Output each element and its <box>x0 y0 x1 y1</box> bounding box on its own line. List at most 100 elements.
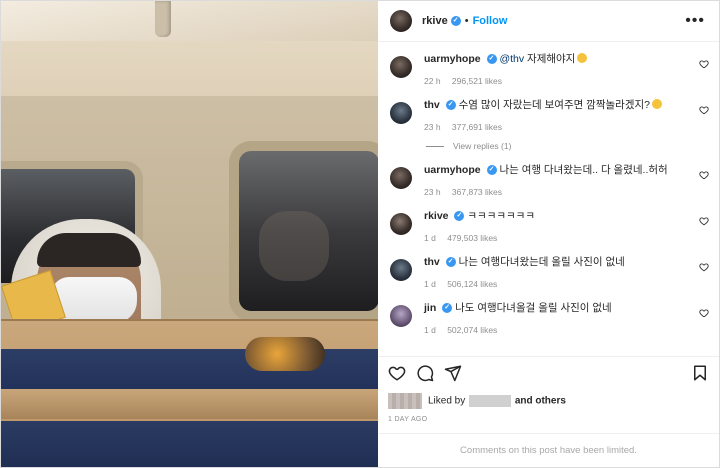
comment-item: uarmyhope ✓ 나는 여행 다녀왔는데.. 다 올렸네..허허 23 h… <box>390 163 709 197</box>
comment-text-line: uarmyhope ✓ 나는 여행 다녀왔는데.. 다 올렸네..허허 <box>424 163 709 178</box>
comment-text-line: jin ✓ 나도 여행다녀올걸 올릴 사진이 없네 <box>424 301 709 316</box>
more-options-icon[interactable]: ••• <box>685 13 705 29</box>
comment-item: uarmyhope ✓ @thv 자제해야지 22 h 296,521 like… <box>390 52 709 86</box>
post-actions-bar <box>378 356 719 388</box>
comment-meta: 23 h 377,691 likes <box>424 122 709 132</box>
post-date: 1 DAY AGO <box>388 416 428 423</box>
comment-likes[interactable]: 296,521 likes <box>452 76 502 86</box>
comment-text-line: thv ✓ 수염 많이 자랐는데 보여주면 깜짝놀라겠지? <box>424 98 709 113</box>
comment-mention[interactable]: @thv <box>499 53 524 65</box>
commenter-avatar[interactable] <box>390 259 412 281</box>
photo-fries <box>245 337 325 371</box>
comment-time: 22 h <box>424 76 441 86</box>
comment-text: ㅋㅋㅋㅋㅋㅋㅋ <box>467 210 535 222</box>
post-photo[interactable] <box>1 1 378 467</box>
share-paper-plane-icon[interactable] <box>444 364 462 382</box>
and-others-link[interactable]: and others <box>515 396 566 407</box>
like-comment-heart-icon[interactable] <box>699 216 709 226</box>
like-comment-heart-icon[interactable] <box>699 262 709 272</box>
post-header: rkive ✓ • Follow ••• <box>378 1 719 42</box>
replies-dash <box>426 145 444 147</box>
verified-badge-icon: ✓ <box>450 16 461 26</box>
comment-username[interactable]: thv <box>424 256 440 268</box>
liker-avatars-blurred <box>388 393 422 409</box>
comment-text: 자제해야지 <box>527 53 576 65</box>
verified-badge-icon: ✓ <box>454 211 465 222</box>
photo-hair <box>37 233 141 267</box>
comment-text: 나는 여행 다녀왔는데.. 다 올렸네..허허 <box>499 164 668 176</box>
comment-time: 1 d <box>424 325 436 335</box>
photo-luggage-rack <box>1 1 378 41</box>
comment-meta: 22 h 296,521 likes <box>424 76 709 86</box>
verified-badge-icon: ✓ <box>442 303 453 314</box>
comment-bubble-icon[interactable] <box>416 364 434 382</box>
author-username[interactable]: rkive <box>422 15 448 27</box>
like-comment-heart-icon[interactable] <box>699 170 709 180</box>
comment-likes[interactable]: 367,873 likes <box>452 187 502 197</box>
clapping-emoji-icon <box>651 99 662 109</box>
comment-likes[interactable]: 377,691 likes <box>452 122 502 132</box>
verified-badge-icon: ✓ <box>445 257 456 268</box>
comment-item: jin ✓ 나도 여행다녀올걸 올릴 사진이 없네 1 d 502,074 li… <box>390 301 709 335</box>
comment-item: rkive ✓ ㅋㅋㅋㅋㅋㅋㅋ 1 d 479,503 likes <box>390 209 709 243</box>
clapping-emoji-icon <box>577 53 588 63</box>
post-side-panel: rkive ✓ • Follow ••• uarmyhope ✓ @thv 자제… <box>378 1 719 467</box>
comment-username[interactable]: uarmyhope <box>424 53 481 65</box>
like-heart-icon[interactable] <box>388 364 406 382</box>
comment-item: thv ✓ 수염 많이 자랐는데 보여주면 깜짝놀라겠지? 23 h 377,6… <box>390 98 709 132</box>
header-separator: • <box>464 15 469 27</box>
comment-likes[interactable]: 506,124 likes <box>447 279 497 289</box>
comment-time: 1 d <box>424 233 436 243</box>
save-bookmark-icon[interactable] <box>691 364 709 382</box>
comment-body: thv ✓ 나는 여행다녀왔는데 올릴 사진이 없네 1 d 506,124 l… <box>424 255 709 289</box>
photo-window-reflection <box>259 211 329 281</box>
comment-body: jin ✓ 나도 여행다녀올걸 올릴 사진이 없네 1 d 502,074 li… <box>424 301 709 335</box>
comment-username[interactable]: thv <box>424 99 440 111</box>
comments-limited-notice: Comments on this post have been limited. <box>378 433 719 467</box>
comment-text-line: uarmyhope ✓ @thv 자제해야지 <box>424 52 709 67</box>
comment-likes[interactable]: 502,074 likes <box>447 325 497 335</box>
photo-seatback <box>1 319 378 467</box>
like-comment-heart-icon[interactable] <box>699 59 709 69</box>
comment-body: uarmyhope ✓ 나는 여행 다녀왔는데.. 다 올렸네..허허 23 h… <box>424 163 709 197</box>
comments-list[interactable]: uarmyhope ✓ @thv 자제해야지 22 h 296,521 like… <box>378 42 719 356</box>
view-replies-label[interactable]: View replies (1) <box>453 141 511 151</box>
like-comment-heart-icon[interactable] <box>699 105 709 115</box>
comment-meta: 1 d 502,074 likes <box>424 325 709 335</box>
comment-text: 나는 여행다녀왔는데 올릴 사진이 없네 <box>458 256 625 268</box>
likes-summary: Liked by and others <box>378 388 719 412</box>
comment-username[interactable]: uarmyhope <box>424 164 481 176</box>
comment-text: 나도 여행다녀올걸 올릴 사진이 없네 <box>455 302 612 314</box>
comment-meta: 23 h 367,873 likes <box>424 187 709 197</box>
verified-badge-icon: ✓ <box>445 100 456 111</box>
like-comment-heart-icon[interactable] <box>699 308 709 318</box>
comment-text: 수염 많이 자랐는데 보여주면 깜짝놀라겠지? <box>458 99 650 111</box>
commenter-avatar[interactable] <box>390 56 412 78</box>
commenter-avatar[interactable] <box>390 102 412 124</box>
photo-seat-rim <box>1 389 378 419</box>
author-avatar[interactable] <box>390 10 412 32</box>
comment-likes[interactable]: 479,503 likes <box>447 233 497 243</box>
verified-badge-icon: ✓ <box>486 54 497 65</box>
comment-time: 23 h <box>424 187 441 197</box>
comment-body: thv ✓ 수염 많이 자랐는데 보여주면 깜짝놀라겠지? 23 h 377,6… <box>424 98 709 132</box>
comment-text-line: rkive ✓ ㅋㅋㅋㅋㅋㅋㅋ <box>424 209 709 224</box>
photo-hook <box>155 1 171 37</box>
comment-time: 23 h <box>424 122 441 132</box>
verified-badge-icon: ✓ <box>486 165 497 176</box>
commenter-avatar[interactable] <box>390 167 412 189</box>
comment-username[interactable]: jin <box>424 302 436 314</box>
comment-body: uarmyhope ✓ @thv 자제해야지 22 h 296,521 like… <box>424 52 709 86</box>
view-replies-link[interactable]: View replies (1) <box>426 141 709 151</box>
comment-meta: 1 d 506,124 likes <box>424 279 709 289</box>
follow-button[interactable]: Follow <box>473 15 508 27</box>
instagram-post: rkive ✓ • Follow ••• uarmyhope ✓ @thv 자제… <box>0 0 720 468</box>
liked-by-prefix: Liked by <box>428 395 466 407</box>
commenter-avatar[interactable] <box>390 213 412 235</box>
liker-name-blurred[interactable] <box>469 395 512 407</box>
photo-window-right <box>229 141 378 321</box>
commenter-avatar[interactable] <box>390 305 412 327</box>
comment-username[interactable]: rkive <box>424 210 449 222</box>
comment-meta: 1 d 479,503 likes <box>424 233 709 243</box>
likes-text: Liked by and others <box>428 395 566 407</box>
